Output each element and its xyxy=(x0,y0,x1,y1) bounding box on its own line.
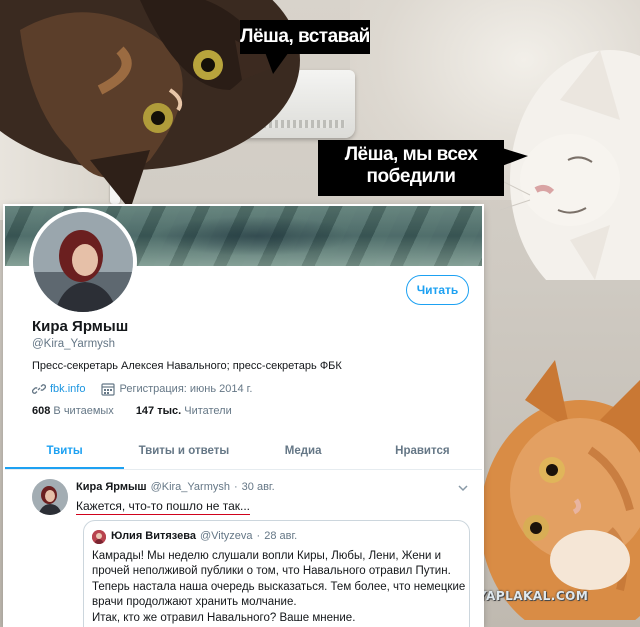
follow-button[interactable]: Читать xyxy=(406,275,469,305)
followers-count: 147 тыс. xyxy=(135,405,182,417)
chevron-down-icon[interactable] xyxy=(457,482,469,494)
twitter-profile-screenshot: Читать Кира Ярмыш @Kira_Yarmysh Пресс-се… xyxy=(5,206,482,627)
profile-meta: fbk.info Регистрация: июнь 2014 г. xyxy=(32,382,252,396)
followers-label: Читатели xyxy=(184,405,232,417)
link-icon xyxy=(32,384,46,394)
caption-middle: Лёша, мы всех победили xyxy=(318,140,504,196)
following-label: В читаемых xyxy=(53,405,114,417)
following-stat[interactable]: 608 В читаемых xyxy=(32,405,114,417)
tab-tweets[interactable]: Твиты xyxy=(5,434,125,469)
separator-dot: · xyxy=(234,481,238,493)
quoted-tweet-date: 28 авг. xyxy=(264,530,298,542)
profile-tabs: Твиты Твиты и ответы Медиа Нравится xyxy=(5,434,482,470)
quoted-author-avatar xyxy=(92,530,106,544)
caption-pointer xyxy=(502,148,528,166)
tab-tweets-and-replies[interactable]: Твиты и ответы xyxy=(124,434,243,469)
tab-media[interactable]: Медиа xyxy=(244,434,363,469)
ginger-cat-image xyxy=(480,360,640,620)
profile-handle: @Kira_Yarmysh xyxy=(32,338,116,350)
tweet-author-handle[interactable]: @Kira_Yarmysh xyxy=(151,481,230,493)
profile-avatar[interactable] xyxy=(29,208,137,316)
quoted-tweet[interactable]: Юлия Витязева @Vityzeva · 28 авг. Камрад… xyxy=(83,520,470,627)
profile-stats: 608 В читаемых 147 тыс. Читатели xyxy=(32,405,232,417)
quoted-text-line: Камрады! Мы неделю слушали вопли Киры, Л… xyxy=(92,550,442,562)
person-portrait-icon xyxy=(92,530,106,544)
profile-name: Кира Ярмыш xyxy=(32,318,129,335)
profile-website-link[interactable]: fbk.info xyxy=(50,383,85,395)
tweet[interactable]: Кира Ярмыш @Kira_Yarmysh · 30 авг. Кажет… xyxy=(5,471,482,627)
tweet-author-name[interactable]: Кира Ярмыш xyxy=(76,481,147,493)
profile-joined-date: Регистрация: июнь 2014 г. xyxy=(119,383,253,395)
tweet-date[interactable]: 30 авг. xyxy=(242,481,275,493)
followers-stat[interactable]: 147 тыс. Читатели xyxy=(136,405,232,417)
quoted-tweet-text: Камрады! Мы неделю слушали вопли Киры, Л… xyxy=(92,549,467,626)
tab-likes[interactable]: Нравится xyxy=(363,434,482,469)
calendar-icon xyxy=(101,383,116,396)
quoted-author-handle: @Vityzeva xyxy=(199,530,253,542)
quoted-text-line: врачи продолжают хранить молчание. xyxy=(92,596,297,609)
person-portrait-icon xyxy=(33,212,133,312)
person-portrait-icon xyxy=(32,479,68,515)
quoted-text-line: прочей неполживой публики о том, что Нав… xyxy=(92,565,451,578)
watermark: YAPLAKAL.COM xyxy=(478,589,589,603)
profile-bio: Пресс-секретарь Алексея Навального; прес… xyxy=(32,360,342,372)
tweet-header: Кира Ярмыш @Kira_Yarmysh · 30 авг. xyxy=(76,481,275,493)
quoted-text-line: Теперь настала наша очередь высказаться.… xyxy=(92,580,466,593)
tweet-text: Кажется, что-то пошло не так... xyxy=(76,499,251,515)
caption-top: Лёша, вставай xyxy=(240,20,370,54)
quoted-text-line: Итак, кто же отравил Навального? Ваше мн… xyxy=(92,611,356,624)
separator-dot: · xyxy=(256,530,261,542)
quoted-author-name: Юлия Витязева xyxy=(111,530,196,542)
quoted-tweet-header: Юлия Витязева @Vityzeva · 28 авг. xyxy=(111,530,297,542)
tweet-author-avatar[interactable] xyxy=(32,479,68,515)
following-count: 608 xyxy=(32,405,51,417)
